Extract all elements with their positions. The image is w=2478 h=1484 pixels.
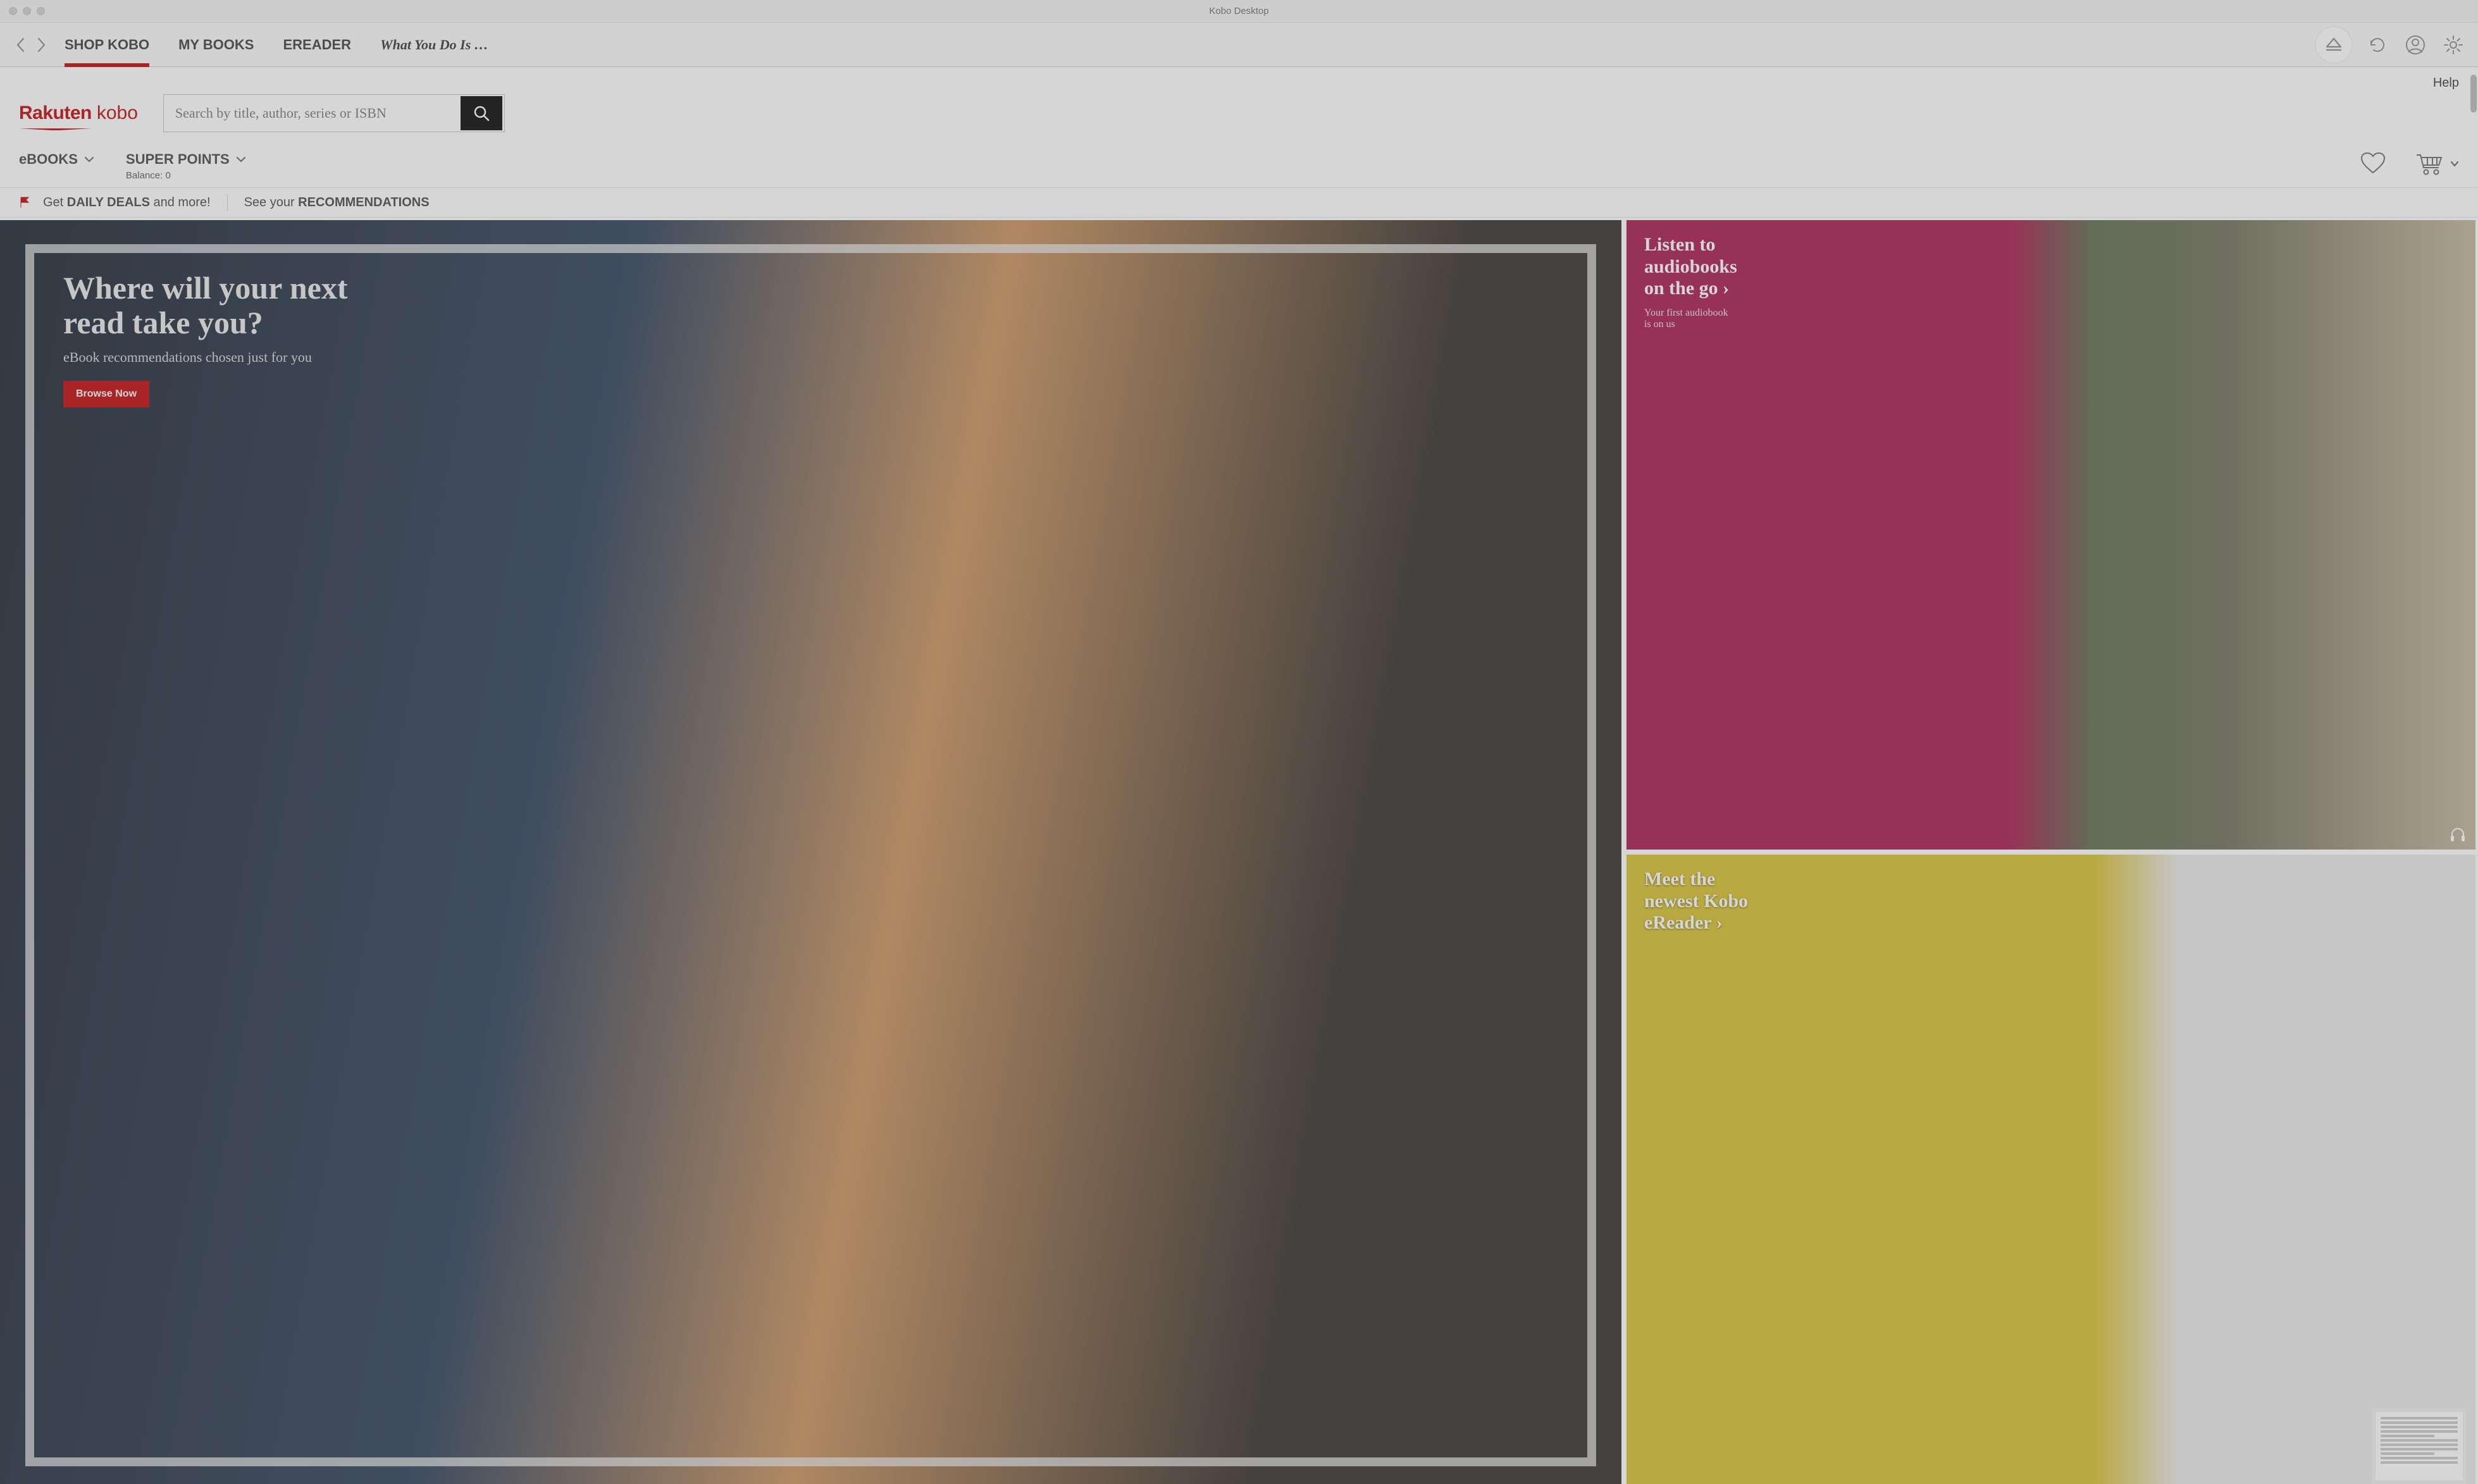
cart-dropdown[interactable] — [2415, 151, 2459, 176]
brand-rakuten: Rakuten — [19, 102, 92, 124]
flag-icon — [19, 196, 30, 209]
superpoints-dropdown[interactable]: SUPER POINTS Balance: 0 — [126, 151, 246, 181]
daily-deals-link[interactable]: Get DAILY DEALS and more! — [43, 195, 211, 210]
tab-current-book[interactable]: What You Do Is … — [380, 23, 488, 66]
hero-frame — [25, 244, 1596, 1466]
ereader-device-image — [2372, 1408, 2467, 1484]
deals-text-more: and more! — [150, 195, 211, 209]
search-icon — [473, 104, 490, 122]
recommendations-link[interactable]: See your RECOMMENDATIONS — [244, 195, 430, 210]
chevron-left-icon — [15, 37, 27, 53]
recs-text-recs: RECOMMENDATIONS — [298, 195, 429, 209]
top-right-icons — [2316, 27, 2465, 63]
nav-forward-button[interactable] — [33, 37, 49, 53]
promo-grid: Where will your next read take you? eBoo… — [0, 218, 2478, 1484]
divider — [227, 194, 228, 211]
tab-shop-kobo[interactable]: SHOP KOBO — [65, 23, 149, 66]
content-area: Help Rakuten kobo eBOOKS — [0, 67, 2478, 1484]
main-tabs: SHOP KOBO MY BOOKS EREADER What You Do I… — [65, 23, 488, 66]
wishlist-button[interactable] — [2359, 151, 2387, 176]
audiobooks-sub: Your first audiobook is on us — [1644, 307, 2458, 330]
heart-icon — [2359, 151, 2387, 176]
superpoints-label: SUPER POINTS — [126, 151, 230, 168]
ereader-title: Meet the newest Kobo eReader › — [1644, 869, 2458, 934]
search-input[interactable] — [164, 95, 459, 132]
eject-icon — [2324, 35, 2343, 54]
title-bar: Kobo Desktop — [0, 0, 2478, 23]
recs-text-see: See your — [244, 195, 299, 209]
search-box — [163, 94, 505, 132]
superpoints-balance: Balance: 0 — [126, 170, 246, 181]
hero-promo[interactable]: Where will your next read take you? eBoo… — [0, 220, 1621, 1484]
ereader-promo[interactable]: Meet the newest Kobo eReader › — [1626, 855, 2475, 1484]
deals-bar: Get DAILY DEALS and more! See your RECOM… — [0, 188, 2478, 218]
account-button[interactable] — [2403, 33, 2427, 57]
deals-text-daily: DAILY DEALS — [67, 195, 150, 209]
user-icon — [2405, 35, 2425, 55]
window-title: Kobo Desktop — [0, 6, 2478, 16]
brand-logo[interactable]: Rakuten kobo — [19, 102, 138, 124]
audiobooks-title: Listen to audiobooks on the go › — [1644, 234, 2458, 300]
search-submit-button[interactable] — [461, 96, 502, 130]
eject-button[interactable] — [2316, 27, 2351, 63]
chevron-down-icon — [84, 156, 94, 163]
gear-icon — [2443, 34, 2464, 56]
deals-text-get: Get — [43, 195, 67, 209]
hero-subtext: eBook recommendations chosen just for yo… — [63, 349, 1546, 366]
help-link[interactable]: Help — [2433, 76, 2459, 90]
chevron-right-icon — [35, 37, 47, 53]
ebooks-label: eBOOKS — [19, 151, 78, 168]
hero-headline: Where will your next read take you? — [63, 271, 1546, 340]
sync-button[interactable] — [2365, 33, 2389, 57]
settings-button[interactable] — [2441, 33, 2465, 57]
category-nav: eBOOKS SUPER POINTS Balance: 0 — [0, 144, 2478, 188]
brand-kobo: kobo — [97, 102, 138, 124]
tab-ereader[interactable]: EREADER — [283, 23, 351, 66]
chevron-down-icon — [2450, 161, 2459, 167]
headphones-icon — [2449, 825, 2467, 843]
scrollbar[interactable] — [2470, 75, 2477, 113]
browse-now-button[interactable]: Browse Now — [63, 381, 149, 407]
tab-my-books[interactable]: MY BOOKS — [178, 23, 254, 66]
ebooks-dropdown[interactable]: eBOOKS — [19, 151, 94, 168]
audiobooks-promo[interactable]: Listen to audiobooks on the go › Your fi… — [1626, 220, 2475, 850]
top-nav: SHOP KOBO MY BOOKS EREADER What You Do I… — [0, 23, 2478, 67]
cart-icon — [2415, 151, 2444, 176]
chevron-down-icon — [236, 156, 246, 163]
nav-back-button[interactable] — [13, 37, 29, 53]
sync-icon — [2367, 35, 2388, 55]
